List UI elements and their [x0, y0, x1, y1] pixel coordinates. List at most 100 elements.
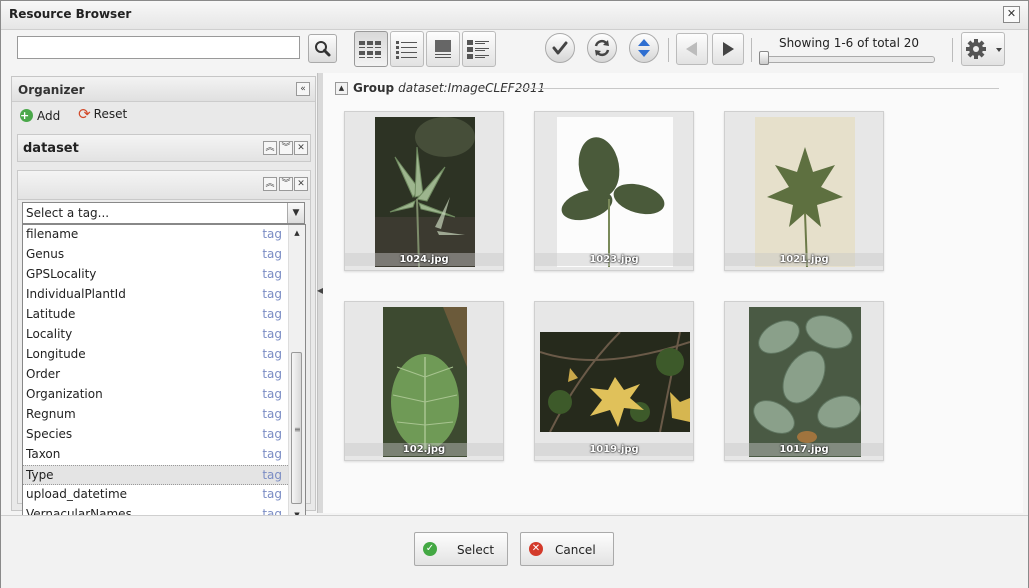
tag-select-placeholder: Select a tag... — [26, 206, 110, 220]
move-down-icon[interactable]: ︾ — [279, 177, 293, 191]
tag-option-type: tag — [262, 307, 282, 321]
group-label: Group — [353, 81, 395, 95]
select-all-button[interactable] — [545, 33, 575, 63]
plant-photo — [375, 117, 475, 267]
image-thumbnail[interactable]: 102.jpg — [344, 301, 504, 461]
tag-option[interactable]: Latitude tag — [23, 305, 290, 325]
add-button[interactable]: + Add — [20, 109, 60, 123]
tag-option-type: tag — [262, 387, 282, 401]
remove-facet-icon[interactable]: ✕ — [294, 177, 308, 191]
scroll-up-icon[interactable]: ▲ — [289, 226, 305, 240]
move-up-icon[interactable]: ︽ — [263, 177, 277, 191]
view-table-icon — [467, 40, 489, 59]
cancel-button[interactable]: ✕ Cancel — [520, 532, 614, 566]
settings-button[interactable] — [961, 32, 1005, 66]
close-icon[interactable]: ✕ — [1003, 6, 1020, 23]
organizer-header: Organizer « — [12, 77, 315, 102]
view-thumbnails-button[interactable] — [354, 31, 388, 67]
collapse-panel-icon[interactable]: « — [296, 82, 310, 96]
image-caption: 1019.jpg — [535, 443, 693, 456]
tag-option[interactable]: IndividualPlantId tag — [23, 285, 290, 305]
image-thumbnail[interactable]: 1017.jpg — [724, 301, 884, 461]
tag-option-type: tag — [262, 267, 282, 281]
tag-option[interactable]: Regnum tag — [23, 405, 290, 425]
tag-option-name: filename — [26, 227, 79, 241]
search-button[interactable] — [308, 34, 337, 63]
tag-option-type: tag — [262, 407, 282, 421]
settings-icon — [966, 39, 1002, 59]
group-collapse-icon[interactable]: ▲ — [335, 81, 348, 95]
select-button[interactable]: ✓ Select — [414, 532, 508, 566]
facet-new-header: ︽ ︾ ✕ — [18, 171, 310, 200]
remove-facet-icon[interactable]: ✕ — [294, 141, 308, 155]
image-thumbnail[interactable]: 1023.jpg — [534, 111, 694, 271]
tag-option[interactable]: upload_datetime tag — [23, 485, 290, 505]
facet-dataset: dataset ︽ ︾ ✕ — [17, 134, 311, 162]
tag-option[interactable]: Locality tag — [23, 325, 290, 345]
tag-option[interactable]: Species tag — [23, 425, 290, 445]
tag-option[interactable]: GPSLocality tag — [23, 265, 290, 285]
tag-option-name: Order — [26, 367, 61, 381]
toolbar-divider — [668, 38, 669, 62]
tag-list-scrollbar[interactable]: ▲ ≡ ▼ — [288, 225, 305, 523]
tag-option[interactable]: Order tag — [23, 365, 290, 385]
tag-option[interactable]: Longitude tag — [23, 345, 290, 365]
tag-option[interactable]: filename tag — [23, 225, 290, 245]
toolbar-divider — [952, 38, 953, 62]
tag-option[interactable]: Organization tag — [23, 385, 290, 405]
prev-page-button[interactable] — [676, 33, 708, 65]
tag-dropdown-list: filename tag Genus tag GPSLocality tag Individ… — [22, 224, 306, 524]
next-page-button[interactable] — [712, 33, 744, 65]
tag-option[interactable]: Taxon tag — [23, 445, 290, 465]
toolbar-divider — [751, 38, 752, 62]
move-up-icon[interactable]: ︽ — [263, 141, 277, 155]
scroll-thumb[interactable]: ≡ — [291, 352, 302, 504]
page-size-slider[interactable] — [763, 56, 935, 63]
tag-option-name: IndividualPlantId — [26, 287, 126, 301]
plant-photo — [557, 117, 673, 267]
search-input[interactable] — [17, 36, 300, 59]
reset-button[interactable]: ⟳ Reset — [78, 105, 127, 123]
organizer-actions: + Add ⟳ Reset — [20, 107, 127, 123]
tag-option-type: tag — [262, 227, 282, 241]
next-page-icon — [723, 42, 734, 56]
tag-option-name: upload_datetime — [26, 487, 128, 501]
slider-handle[interactable] — [759, 51, 769, 65]
image-thumbnail[interactable]: 1021.jpg — [724, 111, 884, 271]
tag-option-name: Species — [26, 427, 73, 441]
refresh-button[interactable] — [587, 33, 617, 63]
tag-option-type: tag — [262, 427, 282, 441]
check-circle-icon: ✓ — [423, 542, 437, 556]
toolbar: Showing 1-6 of total 20 — [1, 30, 1028, 70]
plant-photo — [755, 117, 855, 267]
tag-option-name: Longitude — [26, 347, 86, 361]
image-thumbnail[interactable]: 1019.jpg — [534, 301, 694, 461]
search-icon — [315, 41, 331, 57]
image-caption: 1017.jpg — [725, 443, 883, 456]
sort-button[interactable] — [629, 33, 659, 63]
reset-icon: ⟳ — [78, 105, 91, 123]
check-icon — [552, 41, 568, 55]
refresh-icon — [594, 39, 610, 57]
tag-option[interactable]: Type tag — [23, 465, 290, 485]
image-caption: 1023.jpg — [535, 253, 693, 266]
image-thumbnail[interactable]: 1024.jpg — [344, 111, 504, 271]
tag-option-name: Latitude — [26, 307, 76, 321]
select-button-label: Select — [457, 543, 495, 557]
tag-option-type: tag — [262, 468, 282, 482]
move-down-icon[interactable]: ︾ — [279, 141, 293, 155]
paging-status: Showing 1-6 of total 20 — [778, 36, 920, 50]
view-list-button[interactable] — [390, 31, 424, 67]
view-table-button[interactable] — [462, 31, 496, 67]
tag-select[interactable]: Select a tag... ▼ — [22, 202, 305, 224]
cancel-circle-icon: ✕ — [529, 542, 543, 556]
tag-option-type: tag — [262, 247, 282, 261]
tag-option[interactable]: Genus tag — [23, 245, 290, 265]
tag-option-name: Regnum — [26, 407, 76, 421]
chevron-down-icon[interactable]: ▼ — [287, 203, 304, 223]
group-divider — [516, 88, 999, 89]
tag-option-type: tag — [262, 327, 282, 341]
view-detail-button[interactable] — [426, 31, 460, 67]
plant-photo — [749, 307, 861, 457]
tag-option-name: Taxon — [26, 447, 61, 461]
